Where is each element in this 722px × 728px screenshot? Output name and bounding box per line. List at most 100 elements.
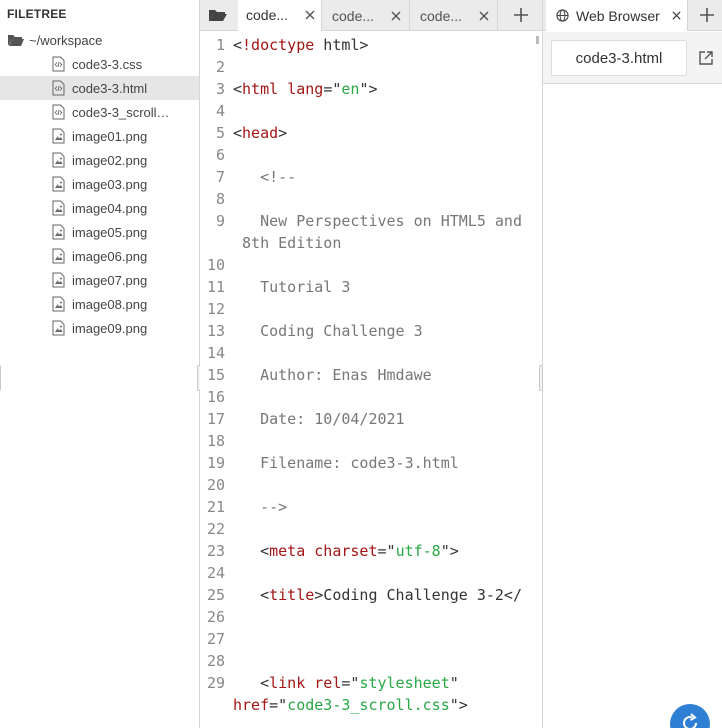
file-name: code3-3.html: [72, 80, 148, 96]
file-name: image05.png: [72, 224, 148, 240]
plus-icon: [700, 8, 714, 22]
editor-scrollbar[interactable]: [536, 36, 539, 44]
line-number: 17: [206, 410, 225, 428]
line-number: 10: [206, 256, 225, 274]
toggle-filetree-button[interactable]: [200, 0, 236, 30]
editor-tab-label: code...: [246, 7, 289, 23]
close-icon[interactable]: [671, 10, 682, 21]
close-icon[interactable]: [478, 10, 490, 22]
image-file-icon: [52, 272, 65, 288]
open-external-icon[interactable]: [698, 50, 714, 66]
browser-toolbar: code3-3.html: [543, 32, 722, 84]
file-name: image06.png: [72, 248, 148, 264]
file-name: image02.png: [72, 152, 148, 168]
file-tree-panel: FILETREE ~/workspace code3-3.css code3-3.…: [0, 0, 199, 728]
close-icon[interactable]: [304, 9, 316, 21]
file-item[interactable]: image05.png: [0, 220, 199, 244]
workspace-folder[interactable]: ~/workspace: [0, 28, 199, 52]
image-file-icon: [52, 320, 65, 336]
image-file-icon: [52, 224, 65, 240]
file-item[interactable]: image06.png: [0, 244, 199, 268]
code-line: href="code3-3_scroll.css">: [233, 696, 468, 714]
browser-viewport[interactable]: [543, 85, 722, 728]
code-line: Date: 10/04/2021: [233, 410, 405, 428]
line-number: 7: [215, 168, 225, 186]
file-item[interactable]: image09.png: [0, 316, 199, 340]
line-number: 27: [206, 630, 225, 648]
image-file-icon: [52, 176, 65, 192]
file-tree-title: FILETREE: [7, 7, 67, 21]
folder-open-icon: [8, 35, 24, 46]
line-number: 26: [206, 608, 225, 626]
editor-tab[interactable]: code...: [324, 0, 410, 31]
file-item[interactable]: image08.png: [0, 292, 199, 316]
editor-tab-label: code...: [332, 7, 375, 24]
file-name: image09.png: [72, 320, 148, 336]
tab-web-browser-label: Web Browser: [576, 7, 660, 24]
line-number: 2: [215, 58, 225, 76]
line-number: 28: [206, 652, 225, 670]
left-collapse-handle[interactable]: [0, 365, 1, 391]
editor-tab[interactable]: code...: [238, 0, 322, 31]
image-file-icon: [52, 296, 65, 312]
line-number: 25: [206, 586, 225, 604]
file-name: code3-3_scroll…: [72, 104, 170, 120]
code-line: New Perspectives on HTML5 and: [233, 212, 522, 230]
file-item[interactable]: code3-3.html: [0, 76, 199, 100]
editor-tab-bar: code... code... code...: [200, 0, 542, 31]
line-number: 20: [206, 476, 225, 494]
file-list: code3-3.css code3-3.html code3-3_scroll…im…: [0, 52, 199, 340]
globe-icon: [556, 9, 569, 22]
line-number: 21: [206, 498, 225, 516]
file-name: image03.png: [72, 176, 148, 192]
code-file-icon: [52, 104, 65, 120]
code-line: Tutorial 3: [233, 278, 351, 296]
close-icon[interactable]: [390, 10, 402, 22]
line-number: 9: [215, 212, 225, 230]
line-number: 1: [215, 36, 225, 54]
file-item[interactable]: image02.png: [0, 148, 199, 172]
line-number: 11: [206, 278, 225, 296]
image-file-icon: [52, 128, 65, 144]
address-field[interactable]: code3-3.html: [551, 40, 687, 76]
line-number: 8: [215, 190, 225, 208]
editor-tab[interactable]: code...: [412, 0, 498, 31]
plus-icon: [514, 8, 528, 22]
line-number: 13: [206, 322, 225, 340]
code-line: Author: Enas Hmdawe: [233, 366, 432, 384]
image-file-icon: [52, 248, 65, 264]
code-line: -->: [233, 498, 288, 516]
file-item[interactable]: code3-3_scroll…: [0, 100, 199, 124]
new-browser-tab-button[interactable]: [690, 0, 722, 30]
line-number: 5: [215, 124, 225, 142]
code-line: <!doctype html>: [233, 36, 369, 54]
editor-tab-label: code...: [420, 7, 463, 24]
line-number: 19: [206, 454, 225, 472]
tab-web-browser[interactable]: Web Browser: [546, 0, 688, 31]
line-number: 12: [206, 300, 225, 318]
file-item[interactable]: image04.png: [0, 196, 199, 220]
file-name: code3-3.css: [72, 56, 143, 72]
code-line: <html lang="en">: [233, 80, 378, 98]
line-number: 29: [206, 674, 225, 692]
image-file-icon: [52, 152, 65, 168]
code-line: <head>: [233, 124, 288, 142]
code-file-icon: [52, 56, 65, 72]
line-number: 6: [215, 146, 225, 164]
new-tab-button[interactable]: [504, 0, 538, 30]
code-line: <title>Coding Challenge 3-2</: [233, 586, 522, 604]
browser-tab-bar: Web Browser: [543, 0, 722, 31]
line-number: 14: [206, 344, 225, 362]
code-editor[interactable]: 1 2 3 4 5 6 7 8 9 10 11 12 13 14 15 16 17 18 19 20 21 22 23 24 2…: [200, 32, 542, 728]
code-line: <!--: [233, 168, 297, 186]
file-item[interactable]: image01.png: [0, 124, 199, 148]
file-item[interactable]: image07.png: [0, 268, 199, 292]
file-item[interactable]: image03.png: [0, 172, 199, 196]
line-number-gutter: 1 2 3 4 5 6 7 8 9 10 11 12 13 14 15 16 17 18 19 20 21 22 23 24 2…: [200, 32, 228, 728]
code-file-icon: [52, 80, 65, 96]
code-line: 8th Edition: [233, 234, 342, 252]
code-line: <meta charset="utf-8">: [233, 542, 459, 560]
workspace-folder-label: ~/workspace: [29, 32, 103, 48]
file-item[interactable]: code3-3.css: [0, 52, 199, 76]
folder-open-icon: [209, 9, 227, 21]
